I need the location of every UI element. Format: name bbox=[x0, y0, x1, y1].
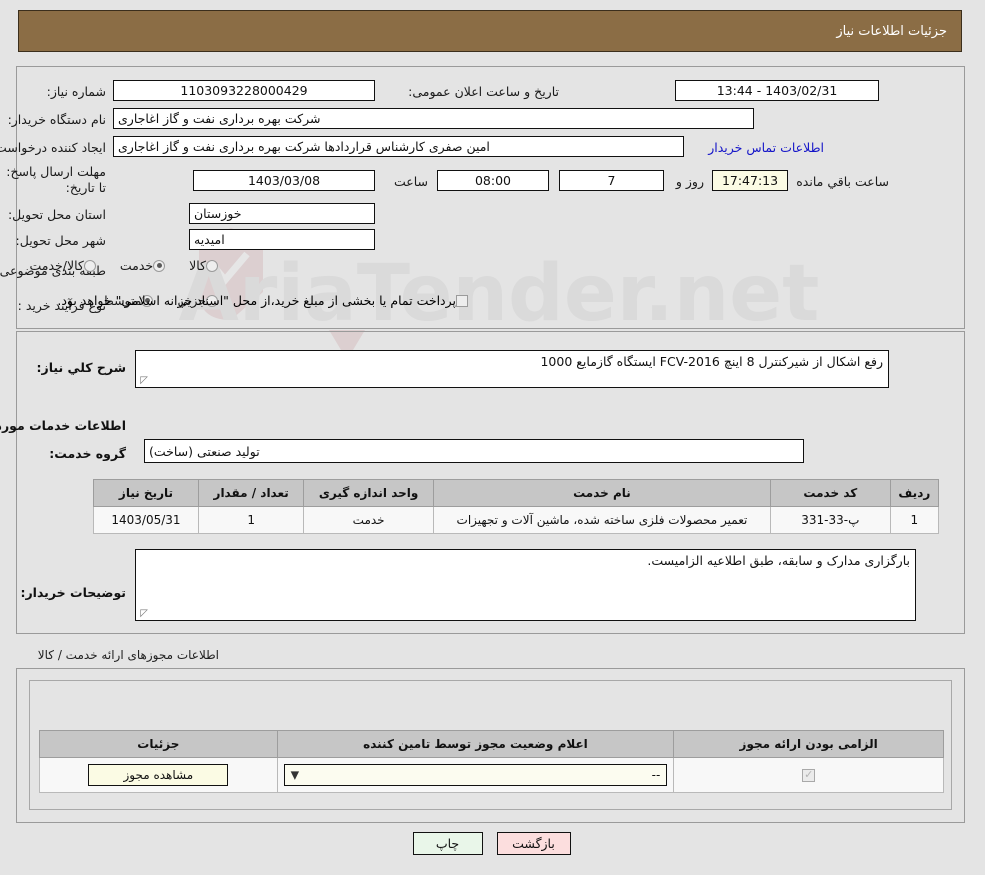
deadline-hour-label: ساعت bbox=[394, 174, 429, 189]
announce-date-field[interactable]: 1403/02/31 - 13:44 bbox=[676, 80, 880, 101]
description-textarea[interactable]: رفع اشکال از شیرکنترل 8 اینچ FCV-2016 ای… bbox=[136, 350, 890, 388]
need-number-label: شماره نیاز: bbox=[47, 84, 107, 99]
province-field[interactable]: خوزستان bbox=[190, 203, 376, 224]
col-need-date: تاریخ نیاز bbox=[94, 479, 200, 507]
city-label: شهر محل تحویل: bbox=[16, 233, 107, 248]
services-table: ردیف کد خدمت نام خدمت واحد اندازه گیری ت… bbox=[94, 479, 941, 534]
buyer-notes-value: بارگزاری مدارک و سابقه، طبق اطلاعیه الزا… bbox=[648, 553, 911, 568]
buyer-contact-link[interactable]: اطلاعات تماس خریدار bbox=[709, 140, 825, 155]
province-label: استان محل تحویل: bbox=[8, 207, 107, 222]
requester-label: ایجاد کننده درخواست: bbox=[0, 140, 107, 155]
description-value: رفع اشکال از شیرکنترل 8 اینچ FCV-2016 ای… bbox=[541, 354, 884, 369]
buyer-org-field[interactable]: شرکت بهره برداری نفت و گاز اغاجاری bbox=[114, 108, 755, 129]
cell-permit-required bbox=[674, 757, 945, 793]
back-button[interactable]: بازگشت bbox=[497, 832, 572, 855]
col-row: ردیف bbox=[890, 479, 941, 507]
remaining-days-field: 7 bbox=[560, 170, 665, 191]
service-group-label: گروه خدمت: bbox=[50, 446, 127, 461]
col-unit: واحد اندازه گیری bbox=[304, 479, 435, 507]
category-option-kala[interactable]: کالا bbox=[190, 258, 225, 273]
table-header-row: الزامی بودن ارائه مجوز اعلام وضعیت مجوز … bbox=[40, 730, 945, 758]
remaining-time-field: 17:47:13 bbox=[713, 170, 789, 191]
requester-field[interactable]: امین صفری کارشناس قراردادها شرکت بهره بر… bbox=[114, 136, 685, 157]
permits-table: الزامی بودن ارائه مجوز اعلام وضعیت مجوز … bbox=[40, 730, 945, 793]
col-code: کد خدمت bbox=[770, 479, 892, 507]
description-label: شرح کلي نیاز: bbox=[37, 360, 127, 375]
category-option-label: خدمت bbox=[120, 258, 155, 273]
radio-icon[interactable] bbox=[207, 259, 219, 272]
cell-permit-detail: مشاهده مجوز bbox=[40, 757, 279, 793]
col-quantity: تعداد / مقدار bbox=[198, 479, 306, 507]
remaining-time-label: ساعت باقي مانده bbox=[797, 174, 890, 189]
need-info-panel bbox=[17, 66, 966, 329]
cell-quantity: 1 bbox=[198, 506, 306, 534]
cell-code: پ-33-331 bbox=[770, 506, 892, 534]
treasury-checkbox-label: پرداخت تمام یا بخشی از مبلغ خرید،از محل … bbox=[58, 293, 457, 308]
service-group-field[interactable]: تولید صنعتی (ساخت) bbox=[145, 439, 805, 463]
table-row: 1 پ-33-331 تعمیر محصولات فلزی ساخته شده،… bbox=[94, 506, 941, 534]
deadline-label: مهلت ارسال پاسخ: تا تاریخ: bbox=[7, 164, 107, 195]
table-row: -- ▼ مشاهده مجوز bbox=[40, 757, 945, 793]
col-permit-status: اعلام وضعیت مجوز توسط تامین کننده bbox=[277, 730, 676, 758]
checkbox-icon[interactable] bbox=[457, 294, 469, 307]
permit-status-select-wrap[interactable]: -- ▼ bbox=[284, 764, 669, 786]
page-title: جزئیات اطلاعات نیاز bbox=[837, 23, 948, 39]
resize-grip-icon[interactable]: ◸ bbox=[139, 609, 149, 619]
col-permit-required: الزامی بودن ارائه مجوز bbox=[674, 730, 945, 758]
category-option-khedmat[interactable]: خدمت bbox=[121, 258, 172, 273]
category-radio-group: کالا خدمت کالا/خدمت bbox=[12, 258, 225, 273]
services-heading: اطلاعات خدمات مورد نیاز bbox=[0, 418, 127, 433]
cell-permit-status: -- ▼ bbox=[277, 757, 676, 793]
permit-status-select[interactable]: -- bbox=[284, 764, 669, 786]
radio-icon[interactable] bbox=[84, 259, 97, 272]
category-option-kala-khedmat[interactable]: کالا/خدمت bbox=[30, 258, 102, 273]
remaining-days-label: روز و bbox=[676, 174, 705, 189]
city-field[interactable]: امیدیه bbox=[190, 229, 376, 250]
buyer-notes-label: توضیحات خریدار: bbox=[21, 585, 127, 600]
deadline-date-field[interactable]: 1403/03/08 bbox=[194, 170, 376, 191]
buyer-notes-textarea[interactable]: بارگزاری مدارک و سابقه، طبق اطلاعیه الزا… bbox=[136, 549, 917, 621]
cell-row: 1 bbox=[890, 506, 941, 534]
col-permit-detail: جزئیات bbox=[40, 730, 279, 758]
table-header-row: ردیف کد خدمت نام خدمت واحد اندازه گیری ت… bbox=[94, 479, 941, 507]
category-option-label: کالا bbox=[190, 258, 207, 273]
print-button[interactable]: چاپ bbox=[413, 832, 484, 855]
footer-actions: بازگشت چاپ bbox=[0, 832, 985, 855]
buyer-org-label: نام دستگاه خریدار: bbox=[8, 112, 107, 127]
cell-need-date: 1403/05/31 bbox=[94, 506, 200, 534]
treasury-checkbox-row[interactable]: پرداخت تمام یا بخشی از مبلغ خرید،از محل … bbox=[58, 293, 475, 308]
permits-heading: اطلاعات مجوزهای ارائه خدمت / کالا bbox=[38, 648, 220, 662]
category-option-label: کالا/خدمت bbox=[30, 258, 85, 273]
cell-name: تعمیر محصولات فلزی ساخته شده، ماشین آلات… bbox=[433, 506, 772, 534]
announce-date-label: تاریخ و ساعت اعلان عمومی: bbox=[409, 84, 560, 99]
permit-required-checkbox-icon bbox=[803, 768, 817, 782]
need-number-field[interactable]: 1103093228000429 bbox=[114, 80, 376, 101]
radio-icon-selected[interactable] bbox=[154, 259, 167, 272]
view-permit-button[interactable]: مشاهده مجوز bbox=[89, 764, 230, 786]
window-title-bar: جزئیات اطلاعات نیاز bbox=[19, 10, 963, 52]
page-root: AriaTender.net جزئیات اطلاعات نیاز شماره… bbox=[0, 0, 985, 875]
resize-grip-icon[interactable]: ◸ bbox=[139, 376, 149, 386]
cell-unit: خدمت bbox=[304, 506, 435, 534]
deadline-hour-field[interactable]: 08:00 bbox=[438, 170, 550, 191]
col-name: نام خدمت bbox=[433, 479, 772, 507]
